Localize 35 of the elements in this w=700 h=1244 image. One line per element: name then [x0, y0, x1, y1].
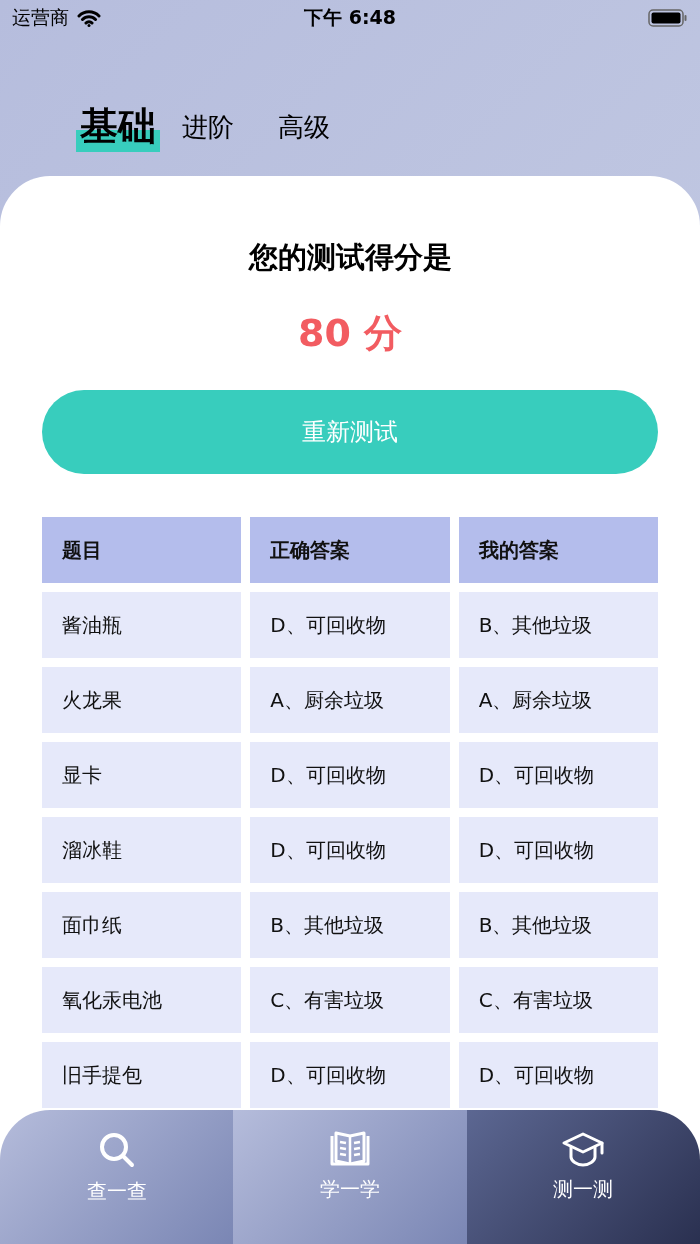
table-header-cell: 题目 — [42, 517, 242, 583]
table-cell: B、其他垃圾 — [250, 892, 450, 958]
table-cell: A、厨余垃圾 — [250, 667, 450, 733]
table-cell: C、有害垃圾 — [250, 967, 450, 1033]
table-cell: 氧化汞电池 — [42, 967, 242, 1033]
table-cell: B、其他垃圾 — [458, 592, 658, 658]
time-label: 下午 6:48 — [303, 5, 397, 30]
table-cell: D、可回收物 — [458, 742, 658, 808]
table-header-cell: 正确答案 — [250, 517, 450, 583]
table-cell: D、可回收物 — [250, 742, 450, 808]
table-cell: D、可回收物 — [250, 592, 450, 658]
table-cell: 火龙果 — [42, 667, 242, 733]
table-cell: 酱油瓶 — [42, 592, 242, 658]
score-value: 80 分 — [297, 310, 403, 357]
score-heading: 您的测试得分是 — [248, 239, 452, 276]
table-header-cell: 我的答案 — [458, 517, 658, 583]
graduation-cap-icon — [562, 1130, 605, 1168]
table-cell: A、厨余垃圾 — [458, 667, 658, 733]
table-cell: D、可回收物 — [458, 817, 658, 883]
tab-bar-item[interactable]: 测一测 — [466, 1110, 700, 1244]
level-tab[interactable]: 进阶 — [160, 102, 256, 152]
table-cell: C、有害垃圾 — [458, 967, 658, 1033]
table-cell: D、可回收物 — [250, 817, 450, 883]
table-cell: 面巾纸 — [42, 892, 242, 958]
wifi-icon — [77, 9, 101, 27]
battery-icon — [648, 9, 688, 27]
table-cell: B、其他垃圾 — [458, 892, 658, 958]
table-cell: D、可回收物 — [458, 1042, 658, 1108]
table-cell: 旧手提包 — [42, 1042, 242, 1108]
table-cell: D、可回收物 — [250, 1042, 450, 1108]
book-icon — [329, 1130, 371, 1168]
carrier-label: 运营商 — [12, 5, 69, 30]
table-cell: 显卡 — [42, 742, 242, 808]
level-tab[interactable]: 高级 — [256, 102, 352, 152]
table-cell: 溜冰鞋 — [42, 817, 242, 883]
